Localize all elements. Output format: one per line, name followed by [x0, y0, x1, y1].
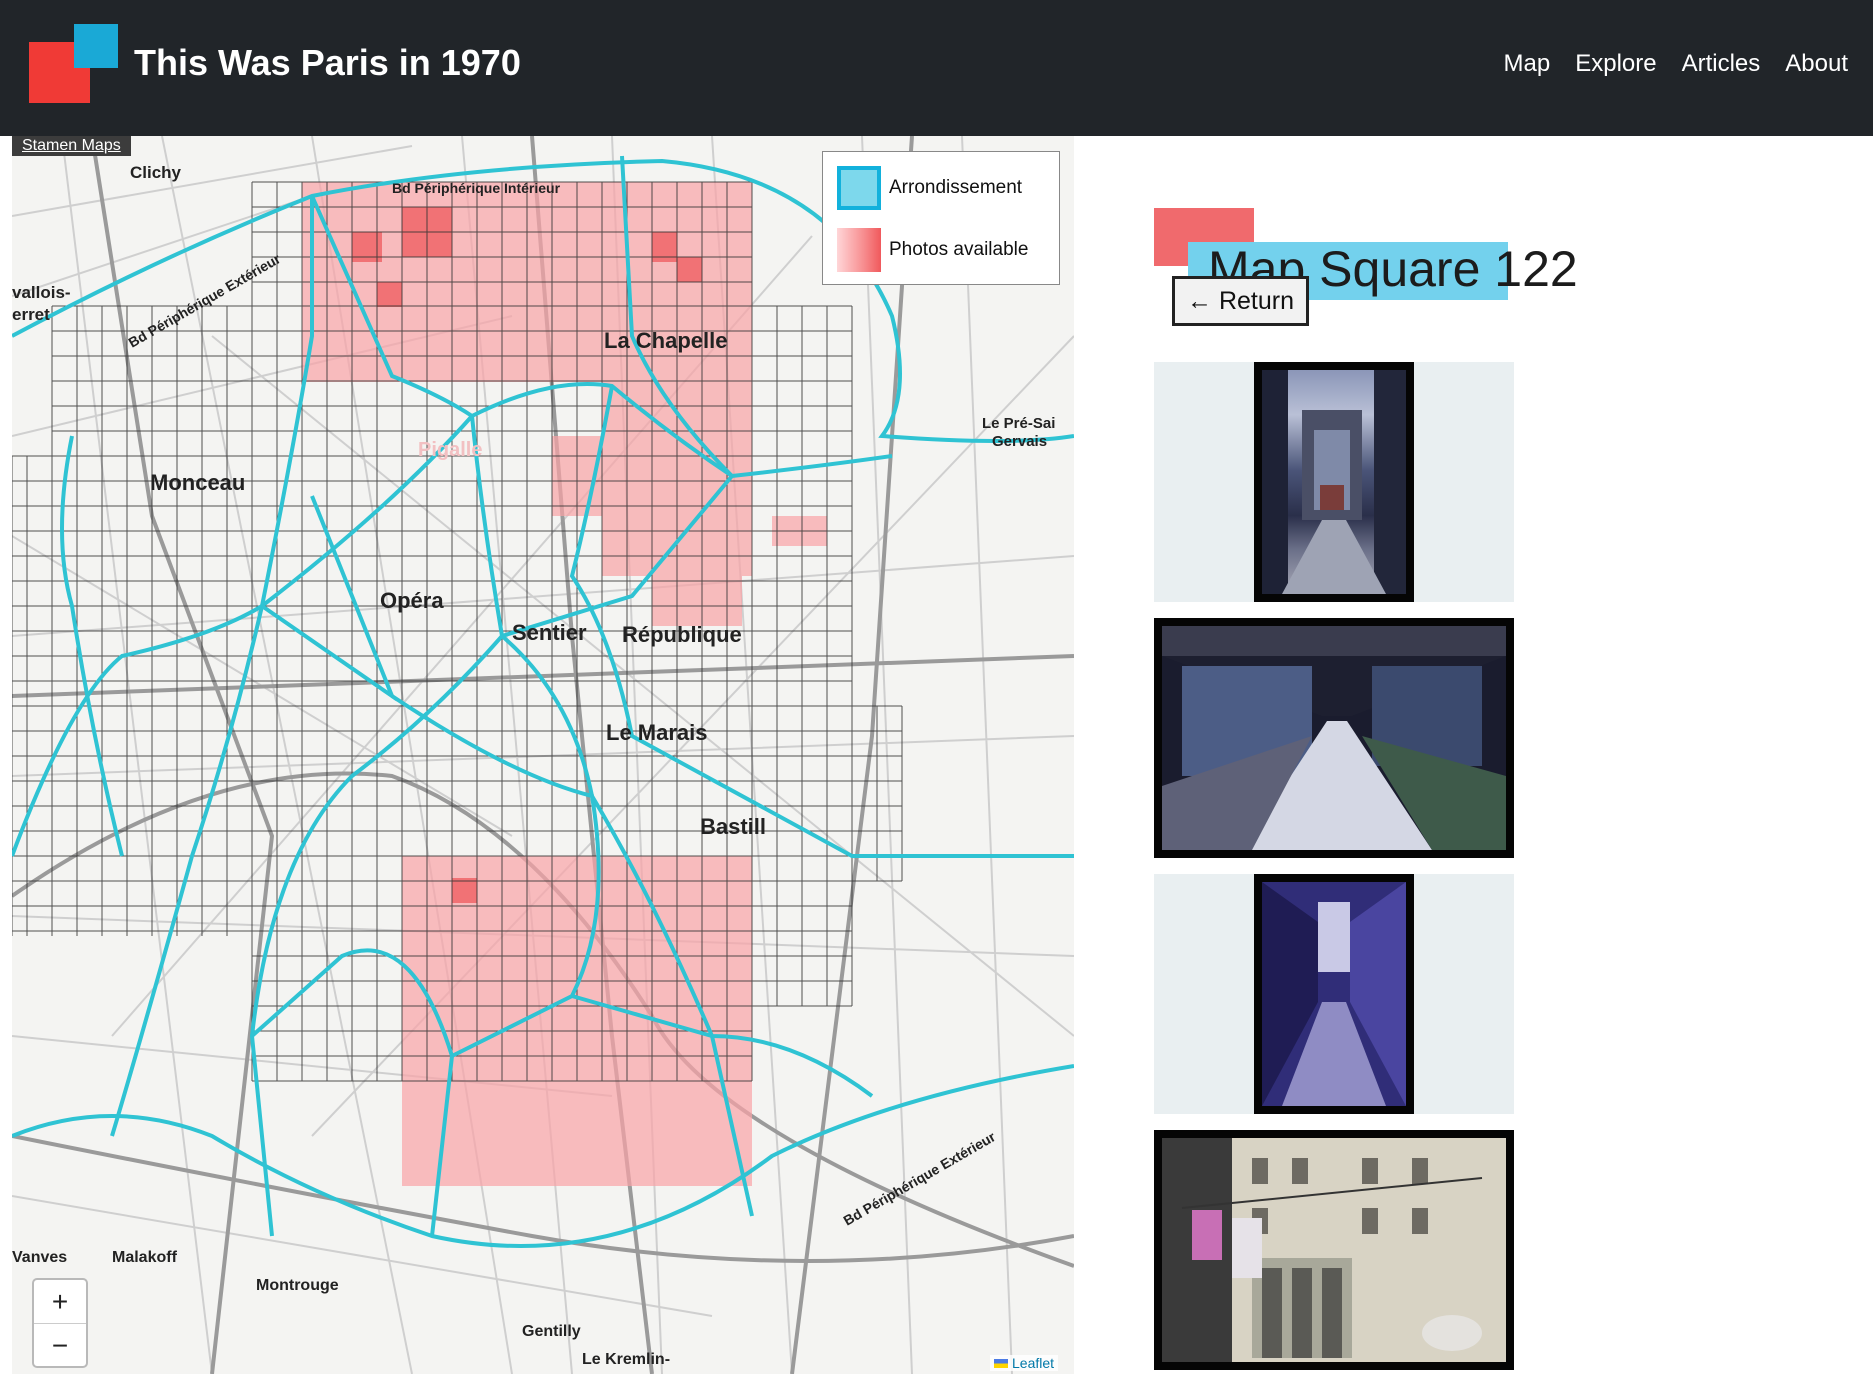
label-bastille: Bastill	[700, 814, 766, 839]
nav-articles[interactable]: Articles	[1682, 50, 1761, 78]
site-title[interactable]: This Was Paris in 1970	[134, 42, 521, 84]
photo-frame	[1154, 1130, 1514, 1370]
label-sentier: Sentier	[512, 620, 587, 645]
nav-map[interactable]: Map	[1504, 50, 1551, 78]
map-view[interactable]: Clichy vallois- erret La Chapelle Pigall…	[12, 136, 1074, 1374]
site-header: This Was Paris in 1970 Map Explore Artic…	[0, 0, 1873, 136]
legend-arrondissement: Arrondissement	[837, 166, 1022, 210]
photo-image	[1162, 626, 1506, 850]
zoom-control: + −	[32, 1278, 88, 1368]
photo-thumbnail-4[interactable]	[1154, 1130, 1514, 1370]
photo-image	[1162, 1138, 1506, 1362]
courtyard-illustration	[1162, 1138, 1506, 1362]
label-malakoff: Malakoff	[112, 1249, 178, 1266]
label-le-pre: Le Pré-Sai	[982, 415, 1055, 432]
photo-frame	[1254, 874, 1414, 1114]
map-legend: Arrondissement Photos available	[822, 151, 1060, 285]
label-clichy: Clichy	[130, 163, 182, 182]
legend-arrondissement-label: Arrondissement	[889, 177, 1023, 198]
corridor-illustration	[1262, 882, 1406, 1106]
legend-photos-label: Photos available	[889, 239, 1029, 260]
stamen-attribution[interactable]: Stamen Maps	[12, 136, 131, 156]
label-le-kremlin: Le Kremlin-	[582, 1351, 670, 1368]
logo-blue-square	[74, 24, 118, 68]
return-button[interactable]: ← Return	[1172, 276, 1309, 326]
label-la-chapelle: La Chapelle	[604, 328, 727, 353]
nav-about[interactable]: About	[1785, 50, 1848, 78]
leaflet-link[interactable]: Leaflet	[1012, 1355, 1054, 1371]
label-bd-peripherique-interieur: Bd Périphérique Intérieur	[392, 180, 561, 196]
zoom-in-button[interactable]: +	[34, 1280, 86, 1324]
label-montrouge: Montrouge	[256, 1277, 339, 1294]
legend-photos: Photos available	[837, 228, 1028, 272]
label-vanves: Vanves	[12, 1249, 67, 1266]
label-pigalle: Pigalle	[418, 439, 482, 461]
label-gervais: Gervais	[992, 433, 1047, 450]
arrondissement-swatch	[837, 166, 881, 210]
photo-frame	[1254, 362, 1414, 602]
label-perret: erret	[12, 305, 50, 324]
label-gentilly: Gentilly	[522, 1323, 581, 1340]
main-nav: Map Explore Articles About	[1504, 50, 1848, 78]
site-logo[interactable]	[29, 24, 118, 103]
photo-thumbnail-2[interactable]	[1154, 618, 1514, 858]
photo-image	[1262, 882, 1406, 1106]
photo-image	[1262, 370, 1406, 594]
label-republique: République	[622, 622, 742, 647]
archway-illustration	[1262, 370, 1406, 594]
zoom-out-button[interactable]: −	[34, 1324, 86, 1368]
label-opera: Opéra	[380, 588, 444, 613]
title-block: Map Square 122	[1154, 172, 1578, 300]
nav-explore[interactable]: Explore	[1575, 50, 1656, 78]
walkway-illustration	[1162, 626, 1506, 850]
photo-thumbnail-3[interactable]	[1154, 874, 1514, 1114]
map-canvas[interactable]: Clichy vallois- erret La Chapelle Pigall…	[12, 136, 1074, 1374]
label-le-marais: Le Marais	[606, 720, 708, 745]
photo-frame	[1154, 618, 1514, 858]
photo-thumbnail-1[interactable]	[1154, 362, 1514, 602]
label-levallois: vallois-	[12, 283, 71, 302]
photos-swatch	[837, 228, 881, 272]
ukraine-flag-icon	[994, 1359, 1008, 1368]
square-panel: Map Square 122 ← Return	[1130, 136, 1873, 1374]
label-monceau: Monceau	[150, 470, 245, 495]
leaflet-attribution[interactable]: Leaflet	[990, 1355, 1059, 1371]
